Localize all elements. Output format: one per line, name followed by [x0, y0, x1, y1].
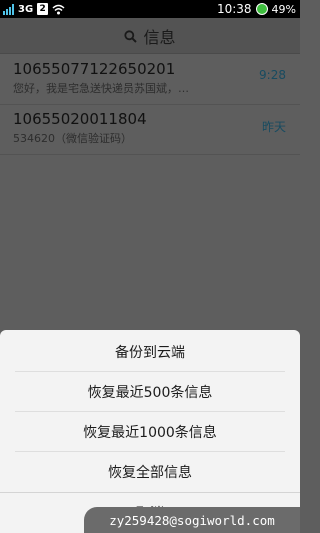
wifi-icon: [52, 4, 65, 14]
network-type: 3G: [18, 3, 34, 15]
message-sender: 10655077122650201: [13, 60, 176, 78]
status-time: 10:38: [216, 2, 252, 16]
app-header: 信息: [0, 18, 300, 54]
message-preview: 您好，我是宅急送快递员苏国斌，…: [13, 82, 189, 95]
message-preview: 534620（微信验证码）: [13, 132, 132, 145]
message-row[interactable]: 10655077122650201 您好，我是宅急送快递员苏国斌，… 9:28: [0, 55, 300, 105]
signal-icon: [3, 3, 14, 15]
message-row[interactable]: 10655020011804 534620（微信验证码） 昨天: [0, 105, 300, 155]
message-list: 10655077122650201 您好，我是宅急送快递员苏国斌，… 9:28 …: [0, 55, 300, 335]
message-sender: 10655020011804: [13, 110, 147, 128]
page-title: 信息: [143, 28, 176, 47]
restore-recent-1000-button[interactable]: 恢复最近1000条信息: [0, 412, 300, 452]
sim-icon: 2: [37, 3, 49, 15]
backup-to-cloud-button[interactable]: 备份到云端: [0, 332, 300, 372]
battery-percent: 49%: [271, 2, 296, 16]
restore-all-button[interactable]: 恢复全部信息: [0, 452, 300, 492]
battery-icon: [255, 3, 268, 15]
watermark: zy259428@sogiworld.com: [84, 507, 300, 533]
restore-recent-500-button[interactable]: 恢复最近500条信息: [0, 372, 300, 412]
action-sheet: 备份到云端 恢复最近500条信息 恢复最近1000条信息 恢复全部信息 取消: [0, 330, 300, 533]
message-time: 9:28: [259, 68, 286, 82]
message-time: 昨天: [261, 120, 286, 134]
status-bar: 3G 2 10:38 49%: [0, 0, 300, 18]
search-icon[interactable]: [124, 29, 138, 43]
